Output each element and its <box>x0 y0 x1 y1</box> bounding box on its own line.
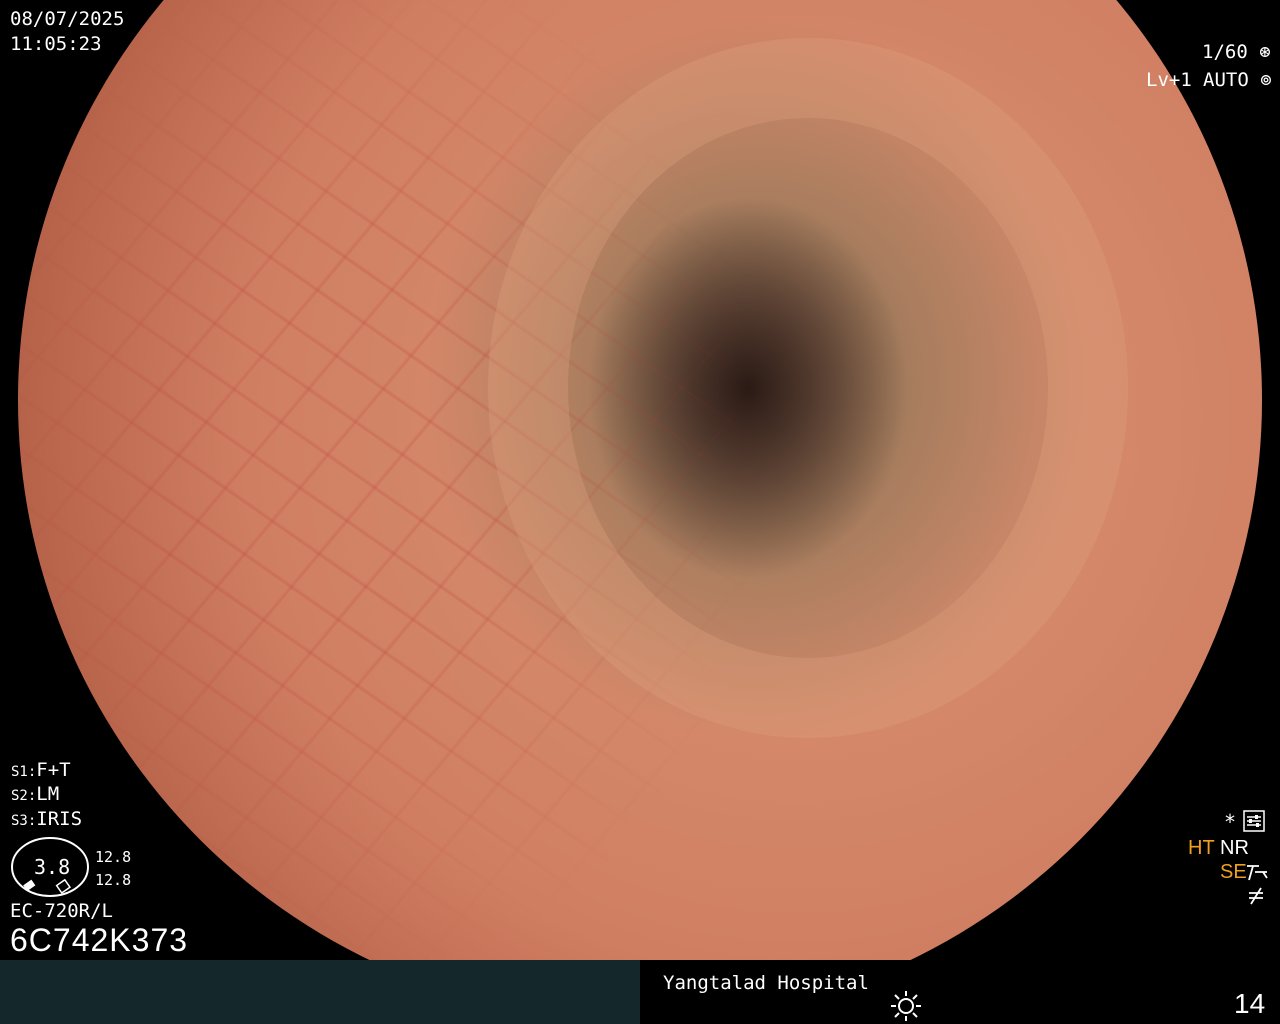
gauge-bottom-value: 12.8 <box>95 871 132 889</box>
level-readout: Lv+1 <box>1146 69 1192 91</box>
asterisk-indicator: * <box>1224 810 1237 834</box>
mode-value: AUTO <box>1203 69 1249 91</box>
s2-setting: S2:LM <box>11 785 59 804</box>
s3-value: IRIS <box>36 808 83 830</box>
s1-key: S1: <box>11 764 37 780</box>
mode-readout: AUTO ⊚ <box>1203 71 1272 90</box>
frame-number: 14 <box>1234 988 1266 1019</box>
scope-model: EC-720R/L <box>10 900 113 922</box>
s3-setting: S3:IRIS <box>11 810 82 829</box>
brightness-icon <box>891 991 921 1021</box>
shutter-value: 1/60 <box>1202 41 1248 63</box>
s2-value: LM <box>36 783 60 805</box>
gauge-top-value: 12.8 <box>95 848 132 866</box>
iris-icon: ⊚ <box>1260 69 1272 91</box>
colon-fold-ring <box>488 38 1128 738</box>
time-readout: 11:05:23 <box>10 33 102 55</box>
hospital-name: Yangtalad Hospital <box>663 972 869 994</box>
nr-indicator: NR <box>1220 837 1249 859</box>
ht-indicator: HT <box>1188 837 1215 859</box>
settings-sliders-icon <box>1243 810 1265 832</box>
gauge-value: 3.8 <box>34 855 71 879</box>
serial-number: 6C742K373 <box>10 922 189 958</box>
s1-setting: S1:F+T <box>11 761 71 780</box>
footer-left-bar <box>0 960 640 1024</box>
s3-key: S3: <box>11 813 37 829</box>
noise-filter-icon <box>1249 887 1263 905</box>
shutter-icon: ⊛ <box>1259 41 1271 63</box>
s1-value: F+T <box>36 759 71 781</box>
se-indicator: SE <box>1220 861 1247 883</box>
date-readout: 08/07/2025 <box>10 8 125 30</box>
structure-enhance-icon <box>1247 865 1268 881</box>
s2-key: S2: <box>11 788 37 804</box>
endoscope-view <box>18 0 1262 1022</box>
shutter-readout: 1/60 ⊛ <box>1202 43 1271 62</box>
